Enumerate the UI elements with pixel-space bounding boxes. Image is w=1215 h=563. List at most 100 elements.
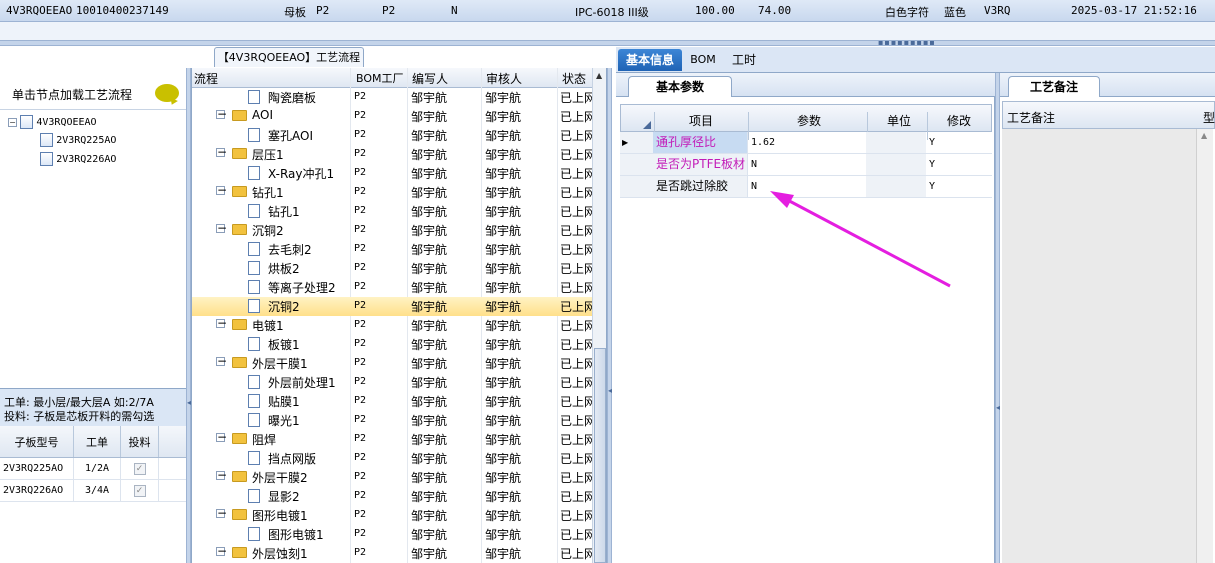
tab-basic-params[interactable]: 基本参数 (628, 76, 732, 97)
tab-process-notes[interactable]: 工艺备注 (1008, 76, 1100, 97)
col-header-model[interactable]: 子板型号 (0, 426, 74, 457)
process-row[interactable]: − 层压1 P2 邹宇航 邹宇航 已上网 (192, 145, 596, 164)
process-row[interactable]: 图形电镀1 P2 邹宇航 邹宇航 已上网 (192, 525, 596, 544)
collapse-icon[interactable]: − (216, 146, 227, 158)
tree-child[interactable]: 2V3RQ226AO (40, 152, 116, 166)
col-header-flow[interactable]: 流程 (194, 70, 218, 87)
col-header-feed[interactable]: 投料 (121, 426, 159, 457)
param-modify: Y (929, 137, 936, 148)
collapse-icon[interactable]: − (216, 507, 227, 519)
param-row[interactable]: 是否为PTFE板材 N Y (620, 154, 992, 176)
col-header-type[interactable]: 型 (1203, 109, 1215, 126)
col-header-bom[interactable]: BOM工厂 (356, 70, 404, 86)
subboard-row[interactable]: 2V3RQ226AO 3/4A ✓ (0, 480, 187, 502)
document-icon (248, 527, 260, 541)
collapse-icon[interactable]: − (216, 431, 227, 443)
collapse-icon[interactable]: − (8, 117, 17, 127)
tab-process-flow[interactable]: 【4V3RQOEEAO】工艺流程 (214, 47, 364, 67)
speech-bubble-icon (155, 84, 179, 102)
status: 已上网 (560, 509, 597, 523)
scroll-up-icon[interactable]: ▲ (596, 71, 602, 80)
document-icon (248, 337, 260, 351)
process-row[interactable]: 挡点网版 P2 邹宇航 邹宇航 已上网 (192, 449, 596, 468)
process-row[interactable]: 去毛刺2 P2 邹宇航 邹宇航 已上网 (192, 240, 596, 259)
feed-checkbox[interactable]: ✓ (133, 484, 146, 497)
notes-panel: 工艺备注 工艺备注 型 ▲ (1000, 73, 1215, 563)
collapse-icon[interactable]: − (216, 317, 227, 329)
col-header-item[interactable]: 项目 (689, 112, 713, 129)
tree-root-label: 4V3RQOEEAO (36, 117, 97, 128)
param-row[interactable]: ▶ 通孔厚径比 1.62 Y (620, 132, 992, 154)
process-row[interactable]: 等离子处理2 P2 邹宇航 邹宇航 已上网 (192, 278, 596, 297)
col-header-value[interactable]: 参数 (797, 112, 821, 129)
middle-splitter[interactable]: ◂ (607, 68, 612, 563)
scroll-thumb[interactable] (594, 348, 606, 563)
tree-child-label: 2V3RQ226AO (56, 154, 117, 165)
splitter-arrow-icon[interactable]: ◂ (608, 386, 612, 395)
document-icon (248, 413, 260, 427)
process-row[interactable]: 钻孔1 P2 邹宇航 邹宇航 已上网 (192, 202, 596, 221)
process-row[interactable]: − 电镀1 P2 邹宇航 邹宇航 已上网 (192, 316, 596, 335)
process-row[interactable]: 外层前处理1 P2 邹宇航 邹宇航 已上网 (192, 373, 596, 392)
feed-checkbox[interactable]: ✓ (133, 462, 146, 475)
reviewer: 邹宇航 (485, 319, 522, 333)
process-row[interactable]: 烘板2 P2 邹宇航 邹宇航 已上网 (192, 259, 596, 278)
collapse-icon[interactable]: − (216, 469, 227, 481)
process-row[interactable]: X-Ray冲孔1 P2 邹宇航 邹宇航 已上网 (192, 164, 596, 183)
tab-basic-info[interactable]: 基本信息 (618, 49, 682, 71)
process-row[interactable]: − 外层干膜1 P2 邹宇航 邹宇航 已上网 (192, 354, 596, 373)
notes-scrollbar[interactable]: ▲ (1196, 129, 1213, 563)
status: 已上网 (560, 205, 597, 219)
collapse-icon[interactable]: − (216, 222, 227, 234)
process-row[interactable]: 贴膜1 P2 邹宇航 邹宇航 已上网 (192, 392, 596, 411)
tree-child[interactable]: 2V3RQ225AO (40, 133, 116, 147)
splitter-grip-icon[interactable]: ▪▪▪▪▪▪▪▪▪ (878, 39, 936, 47)
col-header-status[interactable]: 状态 (562, 70, 586, 87)
notes-body[interactable] (1002, 129, 1196, 563)
process-name: 陶瓷磨板 (268, 91, 317, 105)
col-header-notes[interactable]: 工艺备注 (1007, 109, 1055, 126)
process-row[interactable]: − 外层干膜2 P2 邹宇航 邹宇航 已上网 (192, 468, 596, 487)
process-row[interactable]: 板镀1 P2 邹宇航 邹宇航 已上网 (192, 335, 596, 354)
order-field: 100.00 (695, 4, 735, 17)
process-row[interactable]: − 沉铜2 P2 邹宇航 邹宇航 已上网 (192, 221, 596, 240)
process-row[interactable]: 塞孔AOI P2 邹宇航 邹宇航 已上网 (192, 126, 596, 145)
reviewer: 邹宇航 (485, 547, 522, 561)
writer: 邹宇航 (411, 205, 448, 219)
document-icon (248, 90, 260, 104)
collapse-icon[interactable]: − (216, 355, 227, 367)
horizontal-splitter[interactable]: ▪▪▪▪▪▪▪▪▪ (0, 39, 1215, 47)
process-row[interactable]: − AOI P2 邹宇航 邹宇航 已上网 (192, 107, 596, 126)
subboard-row[interactable]: 2V3RQ225AO 1/2A ✓ (0, 458, 187, 480)
process-row[interactable]: 显影2 P2 邹宇航 邹宇航 已上网 (192, 487, 596, 506)
document-icon (248, 242, 260, 256)
tab-work-hours[interactable]: 工时 (726, 49, 762, 71)
process-row[interactable]: 曝光1 P2 邹宇航 邹宇航 已上网 (192, 411, 596, 430)
col-header-modify[interactable]: 修改 (947, 112, 971, 129)
collapse-icon[interactable]: − (216, 545, 227, 557)
col-header-order[interactable]: 工单 (74, 426, 121, 457)
param-value[interactable]: 1.62 (747, 132, 866, 153)
scroll-up-icon[interactable]: ▲ (1201, 131, 1207, 140)
process-row[interactable]: − 外层蚀刻1 P2 邹宇航 邹宇航 已上网 (192, 544, 596, 563)
param-value[interactable]: N (747, 154, 866, 175)
writer: 邹宇航 (411, 167, 448, 181)
collapse-icon[interactable]: − (216, 108, 227, 120)
process-row[interactable]: − 阻焊 P2 邹宇航 邹宇航 已上网 (192, 430, 596, 449)
process-flow-scrollbar[interactable]: ▲ (592, 68, 606, 563)
row-indicator (620, 176, 653, 197)
bom-factory: P2 (354, 110, 367, 121)
col-header-writer[interactable]: 编写人 (412, 70, 448, 87)
writer: 邹宇航 (411, 110, 448, 124)
process-row[interactable]: 陶瓷磨板 P2 邹宇航 邹宇航 已上网 (192, 88, 596, 107)
process-row[interactable]: − 钻孔1 P2 邹宇航 邹宇航 已上网 (192, 183, 596, 202)
param-item: 是否跳过除胶 (653, 176, 747, 197)
col-header-unit[interactable]: 单位 (887, 112, 911, 129)
tree-root[interactable]: − 4V3RQOEEAO (8, 115, 97, 129)
writer: 邹宇航 (411, 186, 448, 200)
process-row[interactable]: − 图形电镀1 P2 邹宇航 邹宇航 已上网 (192, 506, 596, 525)
process-row-selected[interactable]: 沉铜2 P2 邹宇航 邹宇航 已上网 (192, 297, 596, 316)
collapse-icon[interactable]: − (216, 184, 227, 196)
col-header-reviewer[interactable]: 审核人 (486, 70, 522, 87)
tab-bom[interactable]: BOM (686, 49, 720, 71)
